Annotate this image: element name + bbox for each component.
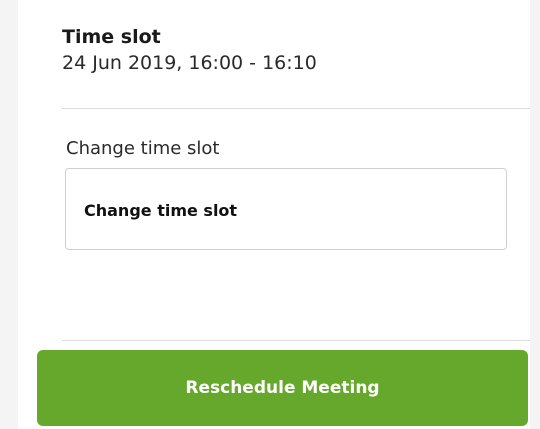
reschedule-meeting-button[interactable]: Reschedule Meeting	[37, 350, 528, 426]
time-slot-heading: Time slot	[62, 26, 161, 48]
section-divider	[62, 108, 530, 109]
change-time-slot-select-value: Change time slot	[84, 201, 238, 220]
time-slot-section: Time slot 24 Jun 2019, 16:00 - 16:10	[62, 24, 317, 76]
change-time-slot-label: Change time slot	[66, 138, 220, 159]
time-slot-value: 24 Jun 2019, 16:00 - 16:10	[62, 52, 317, 74]
change-time-slot-select[interactable]: Change time slot	[65, 168, 507, 250]
footer-divider	[62, 340, 530, 341]
meeting-card: Time slot 24 Jun 2019, 16:00 - 16:10 Cha…	[18, 0, 530, 429]
